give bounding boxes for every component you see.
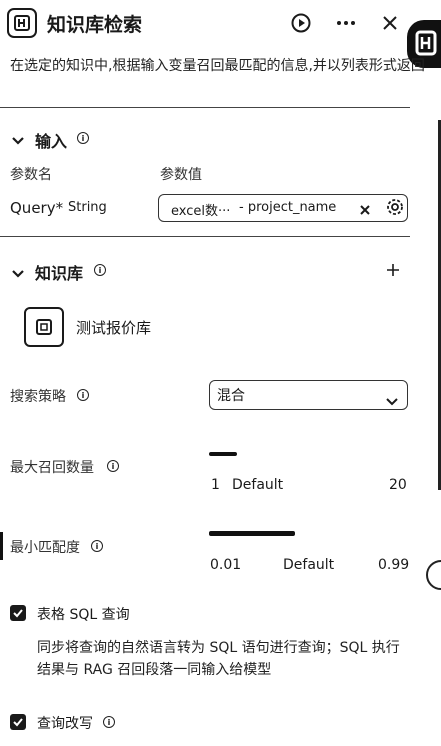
table-sql-checkbox[interactable] (10, 605, 26, 621)
play-icon (291, 13, 311, 33)
min-match-default: Default (283, 557, 335, 573)
param-name: Query* (10, 199, 64, 217)
more-options-button[interactable] (333, 10, 359, 36)
min-match-max: 0.99 (378, 557, 410, 573)
clear-value-button[interactable] (359, 201, 371, 220)
node-description: 在选定的知识中,根据输入变量召回最匹配的信息,并以列表形式返回 (10, 58, 425, 74)
search-strategy-select[interactable]: 混合 (209, 380, 408, 410)
param-value-header: 参数值 (160, 167, 202, 183)
query-rewrite-label: 查询改写 (37, 716, 93, 732)
add-knowledge-button[interactable] (386, 260, 400, 280)
close-small-icon (360, 205, 370, 215)
divider (0, 236, 410, 237)
min-match-min: 0.01 (210, 557, 242, 573)
param-name-header: 参数名 (10, 167, 52, 183)
max-recall-default: Default (232, 477, 284, 493)
node-title: 知识库检索 (47, 14, 143, 36)
gear-icon (387, 199, 403, 215)
knowledge-item-name[interactable]: 测试报价库 (76, 317, 151, 338)
database-icon (36, 319, 52, 335)
min-match-slider-fill (209, 531, 295, 536)
info-icon[interactable]: i (91, 540, 103, 552)
divider (0, 107, 410, 108)
table-sql-description: 同步将查询的自然语言转为 SQL 语句进行查询；SQL 执行结果与 RAG 召回… (37, 640, 400, 678)
info-icon[interactable]: i (77, 389, 89, 401)
search-strategy-value: 混合 (217, 388, 245, 404)
collapse-input-toggle[interactable] (11, 131, 25, 150)
close-button[interactable] (377, 10, 403, 36)
query-rewrite-checkbox[interactable] (10, 714, 26, 730)
select-chevron (386, 391, 398, 410)
input-section-title: 输入 (35, 132, 68, 151)
chevron-down-icon (12, 270, 24, 278)
plus-icon (387, 264, 399, 276)
edge-marker (0, 532, 3, 560)
check-icon (13, 718, 23, 727)
search-strategy-label: 搜索策略 (10, 389, 66, 405)
info-icon[interactable]: i (77, 132, 89, 144)
knowledge-item-icon (24, 307, 64, 347)
run-button[interactable] (288, 10, 314, 36)
info-icon[interactable]: i (107, 460, 119, 472)
min-match-slider[interactable] (209, 531, 408, 536)
knowledge-section-title: 知识库 (35, 264, 84, 283)
close-icon (383, 16, 397, 30)
info-icon[interactable]: i (94, 264, 106, 276)
max-recall-slider-fill (209, 452, 237, 456)
chevron-down-icon (12, 137, 24, 145)
side-toggle-button[interactable] (426, 560, 441, 590)
max-recall-max: 20 (389, 477, 407, 493)
max-recall-label: 最大召回数量 (10, 460, 94, 476)
table-sql-label: 表格 SQL 查询 (37, 607, 130, 623)
param-value-source: excel数··· (171, 204, 231, 219)
knowledge-retrieval-node-icon (7, 8, 37, 38)
collapse-knowledge-toggle[interactable] (11, 264, 25, 283)
param-value-field-name: - project_name (239, 200, 337, 215)
max-recall-slider[interactable] (209, 452, 408, 456)
check-icon (13, 609, 23, 618)
param-settings-button[interactable] (386, 198, 404, 220)
info-icon[interactable]: i (103, 716, 115, 728)
chevron-down-icon (386, 398, 398, 406)
param-type: String (68, 200, 107, 215)
min-match-label: 最小匹配度 (10, 540, 80, 556)
max-recall-min: 1 (211, 477, 220, 493)
more-horizontal-icon (337, 21, 355, 25)
